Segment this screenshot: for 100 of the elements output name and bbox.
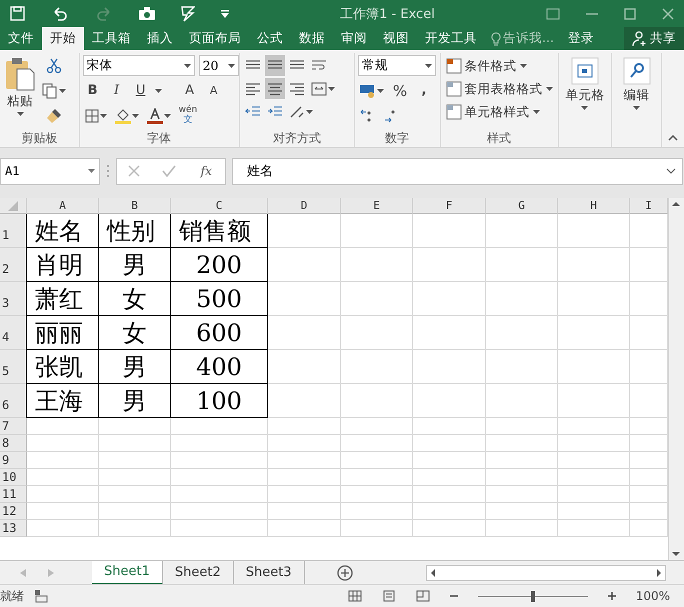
- row-header[interactable]: 4: [0, 316, 27, 350]
- zoom-slider-thumb[interactable]: [530, 590, 535, 602]
- column-header[interactable]: F: [413, 198, 486, 214]
- table-style-icon: [446, 58, 462, 74]
- ribbon-tab[interactable]: 视图: [375, 27, 417, 50]
- font-color-button[interactable]: [144, 105, 173, 126]
- ribbon-tab[interactable]: 审阅: [333, 27, 375, 50]
- normal-view-icon: [348, 590, 362, 602]
- empty-cell: [486, 418, 558, 435]
- row-header[interactable]: 7: [0, 418, 27, 435]
- group-label: 对齐方式: [272, 130, 321, 146]
- bold-button[interactable]: B: [82, 80, 103, 101]
- previous-sheet-icon: [20, 568, 26, 576]
- paint-bucket-icon: [114, 108, 131, 124]
- page-layout-icon: [382, 590, 396, 602]
- ribbon-tab[interactable]: 开始: [42, 27, 84, 50]
- caret-icon: [532, 110, 540, 114]
- style-menu-button[interactable]: 单元格样式: [444, 101, 555, 123]
- row-header[interactable]: 2: [0, 248, 27, 282]
- close-icon: [662, 8, 674, 20]
- column-header[interactable]: E: [341, 198, 413, 214]
- percent-button[interactable]: %: [390, 80, 410, 101]
- customize-icon: [221, 10, 229, 18]
- column-header[interactable]: C: [171, 198, 268, 214]
- caret-icon: [328, 86, 335, 90]
- name-box[interactable]: A1: [0, 158, 100, 184]
- ribbon-tab[interactable]: 开发工具: [417, 27, 485, 50]
- row-header[interactable]: 8: [0, 435, 27, 452]
- brush-icon: [46, 108, 62, 124]
- ribbon-tab[interactable]: 页面布局: [181, 27, 249, 50]
- font-size-field[interactable]: 20: [198, 55, 239, 76]
- tell-me-button[interactable]: 告诉我...: [485, 27, 560, 50]
- formula-field[interactable]: 姓名: [232, 158, 683, 184]
- table-cell: 张凯: [26, 350, 99, 384]
- column-header[interactable]: G: [486, 198, 558, 214]
- column-header[interactable]: B: [99, 198, 171, 214]
- table-cell: 男: [99, 248, 171, 282]
- comma-button[interactable]: ,: [414, 80, 434, 101]
- empty-cell: [558, 282, 630, 316]
- insert-function-button[interactable]: fx: [198, 164, 214, 178]
- underline-button[interactable]: U: [130, 80, 151, 101]
- align-center-button[interactable]: [264, 78, 285, 99]
- column-header[interactable]: H: [558, 198, 630, 214]
- grow-font-button[interactable]: A: [180, 80, 200, 101]
- table-style-icon: [446, 81, 462, 97]
- empty-cell: [558, 350, 630, 384]
- caret-icon: [520, 64, 527, 68]
- empty-cell: [341, 418, 413, 435]
- macro-record-icon: [34, 589, 48, 603]
- italic-button[interactable]: I: [106, 80, 127, 101]
- ribbon-tab[interactable]: 插入: [139, 27, 181, 50]
- ribbon-tab[interactable]: 数据: [291, 27, 333, 50]
- table-cell: 销售额: [171, 214, 268, 248]
- ribbon-tab[interactable]: 公式: [249, 27, 291, 50]
- zoom-in-icon: [608, 592, 616, 600]
- shrink-font-button[interactable]: A: [204, 80, 224, 101]
- empty-cell: [558, 469, 630, 486]
- zoom-level[interactable]: 100%: [636, 589, 670, 603]
- outdent-icon: [244, 104, 261, 118]
- row-header[interactable]: 5: [0, 350, 27, 384]
- empty-cell: [486, 452, 558, 469]
- caret-icon: [424, 64, 432, 68]
- font-name-field[interactable]: 宋体: [82, 55, 195, 76]
- sheet-tab[interactable]: Sheet1: [92, 560, 163, 584]
- ribbon-tab[interactable]: 工具箱: [84, 27, 139, 50]
- caret-icon: [16, 112, 24, 116]
- row-header[interactable]: 1: [0, 214, 27, 248]
- row-header[interactable]: 13: [0, 520, 27, 537]
- paste-button[interactable]: 粘贴: [3, 55, 37, 127]
- column-header[interactable]: D: [268, 198, 341, 214]
- horizontal-scrollbar[interactable]: [426, 564, 666, 580]
- row-header[interactable]: 10: [0, 469, 27, 486]
- row-header[interactable]: 3: [0, 282, 27, 316]
- share-button[interactable]: 共享: [624, 27, 684, 50]
- empty-cell: [486, 469, 558, 486]
- empty-cell: [558, 214, 630, 248]
- style-menu-button[interactable]: 条件格式: [444, 55, 555, 77]
- row-header[interactable]: 6: [0, 384, 27, 418]
- phonetic-button[interactable]: wén 文: [176, 105, 200, 126]
- number-format-field[interactable]: 常规: [358, 55, 436, 76]
- style-menu-button[interactable]: 套用表格格式: [444, 78, 555, 100]
- row-header[interactable]: 9: [0, 452, 27, 469]
- empty-cell: [341, 214, 413, 248]
- sign-in-button[interactable]: 登录: [560, 27, 602, 50]
- empty-cell: [341, 282, 413, 316]
- caret-icon: [154, 88, 162, 92]
- scissors-icon: [46, 58, 62, 74]
- cells-button[interactable]: 单元格: [563, 55, 606, 145]
- middle-align-button[interactable]: [264, 55, 285, 76]
- row-header[interactable]: 11: [0, 486, 27, 503]
- caret-icon: [164, 114, 171, 118]
- caret-icon: [100, 114, 107, 118]
- empty-cell: [558, 486, 630, 503]
- empty-cell: [558, 503, 630, 520]
- column-header[interactable]: I: [630, 198, 668, 214]
- column-header[interactable]: A: [27, 198, 99, 214]
- row-header[interactable]: 12: [0, 503, 27, 520]
- empty-cell: [486, 520, 558, 537]
- ribbon-tab[interactable]: 文件: [0, 27, 42, 50]
- editing-button[interactable]: 编辑: [620, 55, 653, 145]
